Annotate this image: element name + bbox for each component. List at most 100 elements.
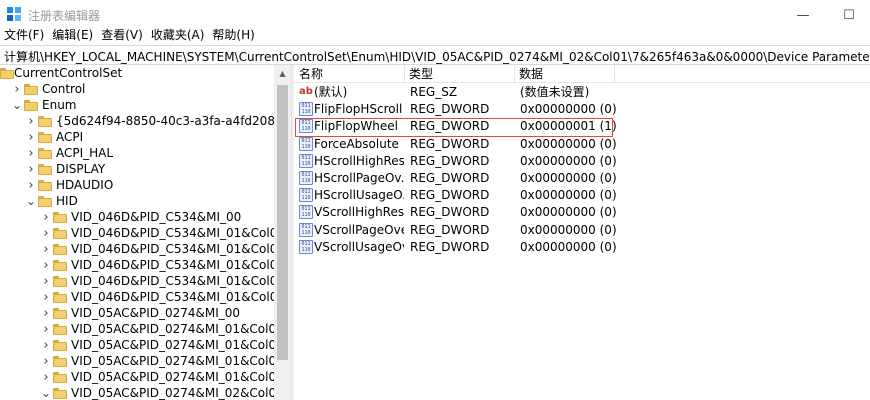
collapse-right-chevron-icon[interactable]: ›: [41, 241, 51, 257]
tree-item[interactable]: › VID_046D&PID_C534&MI_00: [0, 209, 274, 225]
menu-view[interactable]: 查看(V): [97, 26, 147, 45]
tree-item[interactable]: › VID_046D&PID_C534&MI_01&Col02: [0, 241, 274, 257]
tree-item[interactable]: › DISPLAY: [0, 161, 274, 177]
value-name: VScrollUsageOv...: [314, 239, 404, 254]
tree-item-label: VID_046D&PID_C534&MI_01&Col04: [71, 274, 274, 288]
value-type: REG_DWORD: [410, 153, 490, 168]
tree-item-label: {5d624f94-8850-40c3-a3fa-a4fd2080baf3}: [56, 114, 274, 128]
tree-scrollbar[interactable]: ▲: [274, 65, 291, 400]
tree-item[interactable]: › VID_046D&PID_C534&MI_01&Col01: [0, 225, 274, 241]
menu-bar: 文件(F) 编辑(E) 查看(V) 收藏夹(A) 帮助(H): [0, 26, 259, 45]
column-header-type[interactable]: 类型: [409, 65, 433, 83]
value-type: REG_DWORD: [410, 136, 490, 151]
column-header-name[interactable]: 名称: [299, 65, 323, 83]
collapse-right-chevron-icon[interactable]: ›: [26, 113, 36, 129]
registry-editor-icon: [7, 7, 21, 21]
value-name: FlipFlopHScroll: [314, 102, 403, 117]
tree-item[interactable]: › VID_05AC&PID_0274&MI_01&Col03: [0, 353, 274, 369]
folder-icon: [53, 340, 67, 351]
expand-down-chevron-icon[interactable]: ⌄: [41, 385, 51, 400]
value-data: 0x00000000 (0): [520, 205, 617, 220]
tree-item-label: HID: [56, 194, 78, 208]
menu-help[interactable]: 帮助(H): [208, 26, 258, 45]
scroll-thumb[interactable]: [277, 85, 288, 360]
collapse-right-chevron-icon[interactable]: ›: [41, 209, 51, 225]
menu-file[interactable]: 文件(F): [0, 26, 48, 45]
dword-value-icon: 011 110: [299, 188, 313, 203]
value-name: (默认): [314, 85, 348, 99]
column-header-data[interactable]: 数据: [519, 65, 543, 83]
value-type: REG_DWORD: [410, 205, 490, 220]
value-row[interactable]: 011110HScrollHighRes... REG_DWORD 0x000000…: [294, 153, 870, 170]
tree-item[interactable]: ⌄ HID: [0, 193, 274, 209]
collapse-right-chevron-icon[interactable]: ›: [41, 289, 51, 305]
dword-value-icon: 011 110: [299, 222, 313, 237]
menu-edit[interactable]: 编辑(E): [48, 26, 97, 45]
column-divider[interactable]: [404, 65, 405, 83]
collapse-right-chevron-icon[interactable]: ›: [26, 161, 36, 177]
value-type: REG_SZ: [410, 85, 458, 99]
address-bar[interactable]: 计算机\HKEY_LOCAL_MACHINE\SYSTEM\CurrentCon…: [0, 45, 870, 65]
tree-item[interactable]: › VID_05AC&PID_0274&MI_00: [0, 305, 274, 321]
collapse-right-chevron-icon[interactable]: ›: [26, 129, 36, 145]
collapse-right-chevron-icon[interactable]: ›: [12, 81, 22, 97]
value-data: 0x00000000 (0): [520, 153, 617, 168]
collapse-right-chevron-icon[interactable]: ›: [41, 225, 51, 241]
value-row[interactable]: 011 110 HScrollUsageO... REG_DWORD 0x0000000…: [294, 187, 870, 204]
tree-item[interactable]: › VID_05AC&PID_0274&MI_01&Col04: [0, 369, 274, 385]
tree-item-label: VID_046D&PID_C534&MI_01&Col01: [71, 226, 274, 240]
value-type: REG_DWORD: [410, 239, 490, 254]
collapse-right-chevron-icon[interactable]: ›: [41, 305, 51, 321]
tree-item[interactable]: ⌄ VID_05AC&PID_0274&MI_02&Col01: [0, 385, 274, 400]
collapse-right-chevron-icon[interactable]: ›: [41, 353, 51, 369]
menu-favorites[interactable]: 收藏夹(A): [147, 26, 209, 45]
value-row[interactable]: 011110VScrollPageOve... REG_DWORD 0x000000…: [294, 222, 870, 239]
address-path[interactable]: 计算机\HKEY_LOCAL_MACHINE\SYSTEM\CurrentCon…: [4, 48, 870, 65]
tree-item[interactable]: › ACPI_HAL: [0, 145, 274, 161]
dword-value-icon: 011 110: [299, 153, 313, 168]
folder-icon: [53, 292, 67, 303]
tree-item[interactable]: › VID_046D&PID_C534&MI_01&Col04: [0, 273, 274, 289]
value-data: 0x00000000 (0): [520, 222, 617, 237]
minimize-button[interactable]: —: [780, 0, 826, 30]
tree-item[interactable]: › Control: [0, 81, 274, 97]
column-divider[interactable]: [614, 65, 615, 83]
folder-icon: [53, 356, 67, 367]
maximize-button[interactable]: ☐: [826, 0, 870, 30]
value-name: ForceAbsolute: [314, 136, 399, 151]
value-type: REG_DWORD: [410, 222, 490, 237]
value-row[interactable]: 011 110 ForceAbsolute REG_DWORD 0x00000000 (…: [294, 136, 870, 153]
expand-down-chevron-icon[interactable]: ⌄: [26, 193, 36, 209]
tree-item[interactable]: ⌄ Enum: [0, 97, 274, 113]
expand-down-chevron-icon[interactable]: ⌄: [12, 97, 22, 113]
value-row[interactable]: 011110VScrollHighRes... REG_DWORD 0x000000…: [294, 204, 870, 221]
collapse-right-chevron-icon[interactable]: ›: [41, 369, 51, 385]
scroll-up-arrow-icon[interactable]: ▲: [274, 65, 291, 82]
tree-item[interactable]: › ACPI: [0, 129, 274, 145]
tree-item-label: Enum: [42, 98, 77, 112]
dword-value-icon: 011 110: [299, 102, 313, 117]
value-row[interactable]: 011110VScrollUsageOv... REG_DWORD 0x000000…: [294, 239, 870, 256]
tree-item[interactable]: › VID_046D&PID_C534&MI_01&Col03: [0, 257, 274, 273]
tree-item[interactable]: CurrentControlSet: [0, 65, 274, 81]
tree-item[interactable]: › HDAUDIO: [0, 177, 274, 193]
value-row[interactable]: 011 110 HScrollPageOv... REG_DWORD 0x0000000…: [294, 170, 870, 187]
value-type: REG_DWORD: [410, 171, 490, 185]
folder-icon: [53, 212, 67, 223]
collapse-right-chevron-icon[interactable]: ›: [41, 257, 51, 273]
tree-item[interactable]: › {5d624f94-8850-40c3-a3fa-a4fd2080baf3}: [0, 113, 274, 129]
dword-value-icon: 011 110: [299, 205, 313, 220]
collapse-right-chevron-icon[interactable]: ›: [41, 273, 51, 289]
value-row[interactable]: ab (默认) REG_SZ (数值未设置): [294, 84, 870, 101]
tree-item-label: VID_05AC&PID_0274&MI_00: [71, 306, 241, 320]
value-row[interactable]: 011 110 FlipFlopHScroll REG_DWORD 0x00000000…: [294, 101, 870, 118]
tree-item[interactable]: › VID_05AC&PID_0274&MI_01&Col02: [0, 337, 274, 353]
column-divider[interactable]: [514, 65, 515, 83]
collapse-right-chevron-icon[interactable]: ›: [41, 337, 51, 353]
collapse-right-chevron-icon[interactable]: ›: [26, 177, 36, 193]
collapse-right-chevron-icon[interactable]: ›: [41, 321, 51, 337]
tree-item[interactable]: › VID_046D&PID_C534&MI_01&Col05: [0, 289, 274, 305]
collapse-right-chevron-icon[interactable]: ›: [26, 145, 36, 161]
tree-item[interactable]: › VID_05AC&PID_0274&MI_01&Col01: [0, 321, 274, 337]
value-name: HScrollPageOv...: [314, 171, 404, 185]
